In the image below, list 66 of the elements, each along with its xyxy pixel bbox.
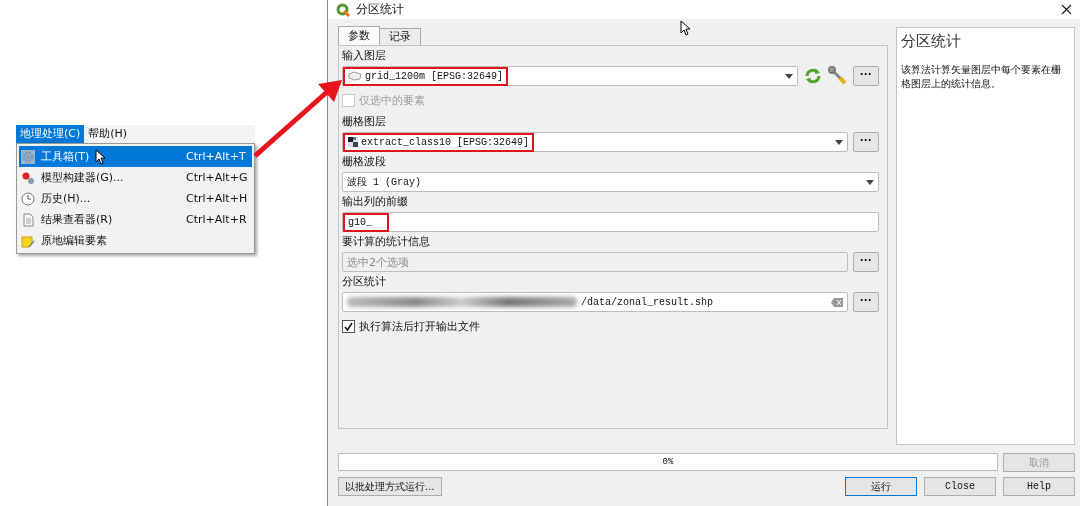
progress-reading: 0% <box>662 457 674 467</box>
clock-icon <box>21 191 35 206</box>
window-title: 分区统计 <box>356 1 405 18</box>
help-title: 分区统计 <box>901 32 962 51</box>
field-value: g10_ <box>348 216 373 228</box>
shortcut-text: Ctrl+Alt+R <box>186 213 246 226</box>
note-pen-icon <box>21 233 35 248</box>
menu-item-label: 结果查看器(R) <box>41 212 113 227</box>
wrench-icon[interactable] <box>828 66 848 86</box>
mouse-pointer-icon <box>95 148 107 165</box>
gears-icon <box>21 170 35 185</box>
layer-dropdown[interactable]: extract_class10 [EPSG:32649] <box>342 132 848 152</box>
field-label: 栅格波段 <box>342 155 387 169</box>
more-button[interactable]: ··· <box>853 252 879 272</box>
raster-layer-icon <box>348 137 358 147</box>
shortcut-text: Ctrl+Alt+T <box>186 150 246 163</box>
checkmark-icon <box>344 322 353 331</box>
dropdown-caret-icon[interactable] <box>835 139 843 145</box>
menu-bar-item[interactable]: 帮助(H) <box>84 125 132 143</box>
menu-item-label: 原地编辑要素 <box>41 233 107 248</box>
field-value: /data/zonal_result.shp <box>581 296 714 308</box>
menu-item-label: 模型构建器(G)... <box>41 170 124 185</box>
prefix-field[interactable]: g10_ <box>342 212 879 232</box>
tab[interactable]: 记录 <box>379 28 421 45</box>
checkbox[interactable] <box>342 320 355 333</box>
gear-icon <box>21 149 35 164</box>
layer-dropdown[interactable]: grid_1200m [EPSG:32649] <box>342 66 798 86</box>
app-logo-icon <box>336 2 350 17</box>
menu-item[interactable]: 模型构建器(G)... Ctrl+Alt+G <box>19 167 252 188</box>
run-button[interactable]: 运行 <box>845 477 917 496</box>
help-text: 该算法计算矢量图层中每个要素在栅格图层上的统计信息。 <box>901 63 1062 91</box>
checkbox-label: 仅选中的要素 <box>359 93 425 108</box>
output-file-field[interactable]: /data/zonal_result.shp <box>342 292 848 312</box>
dropdown-value: 波段 1 (Gray) <box>347 175 421 189</box>
menu-item[interactable]: 历史(H)... Ctrl+Alt+H <box>19 188 252 209</box>
shortcut-text: Ctrl+Alt+H <box>186 192 246 205</box>
clear-icon[interactable] <box>831 297 843 307</box>
field-label: 分区统计 <box>342 275 387 289</box>
dropdown-caret-icon[interactable] <box>866 179 874 185</box>
tab[interactable]: 参数 <box>338 26 380 45</box>
field-label: 输出列的前缀 <box>342 195 409 209</box>
close-button[interactable]: Close <box>924 477 996 496</box>
menu-bar-item[interactable]: 地理处理(C) <box>16 125 85 143</box>
band-dropdown[interactable]: 波段 1 (Gray) <box>342 172 879 192</box>
shortcut-text: Ctrl+Alt+G <box>186 171 246 184</box>
document-icon <box>21 212 35 227</box>
polygon-layer-icon <box>348 71 362 81</box>
menu-item-label: 历史(H)... <box>41 191 91 206</box>
checkbox-label: 执行算法后打开输出文件 <box>359 319 480 334</box>
more-button[interactable]: ··· <box>853 66 879 86</box>
menu-item[interactable]: 工具箱(T) Ctrl+Alt+T <box>19 146 252 167</box>
dropdown-value: extract_class10 [EPSG:32649] <box>361 136 530 148</box>
menu-item-label: 工具箱(T) <box>41 149 90 164</box>
more-button[interactable]: ··· <box>853 292 879 312</box>
more-button[interactable]: ··· <box>853 132 879 152</box>
menu-item[interactable]: 原地编辑要素 <box>19 230 252 251</box>
batch-button[interactable]: 以批处理方式运行... <box>338 477 442 496</box>
menu-item[interactable]: 结果查看器(R) Ctrl+Alt+R <box>19 209 252 230</box>
field-label: 输入图层 <box>342 49 387 63</box>
dropdown-caret-icon[interactable] <box>785 73 793 79</box>
help-button[interactable]: Help <box>1003 477 1075 496</box>
close-icon[interactable] <box>1061 4 1072 15</box>
field-label: 要计算的统计信息 <box>342 235 431 249</box>
refresh-icon[interactable] <box>803 67 823 85</box>
dropdown-value: grid_1200m [EPSG:32649] <box>365 70 504 82</box>
field-label: 栅格图层 <box>342 115 387 129</box>
